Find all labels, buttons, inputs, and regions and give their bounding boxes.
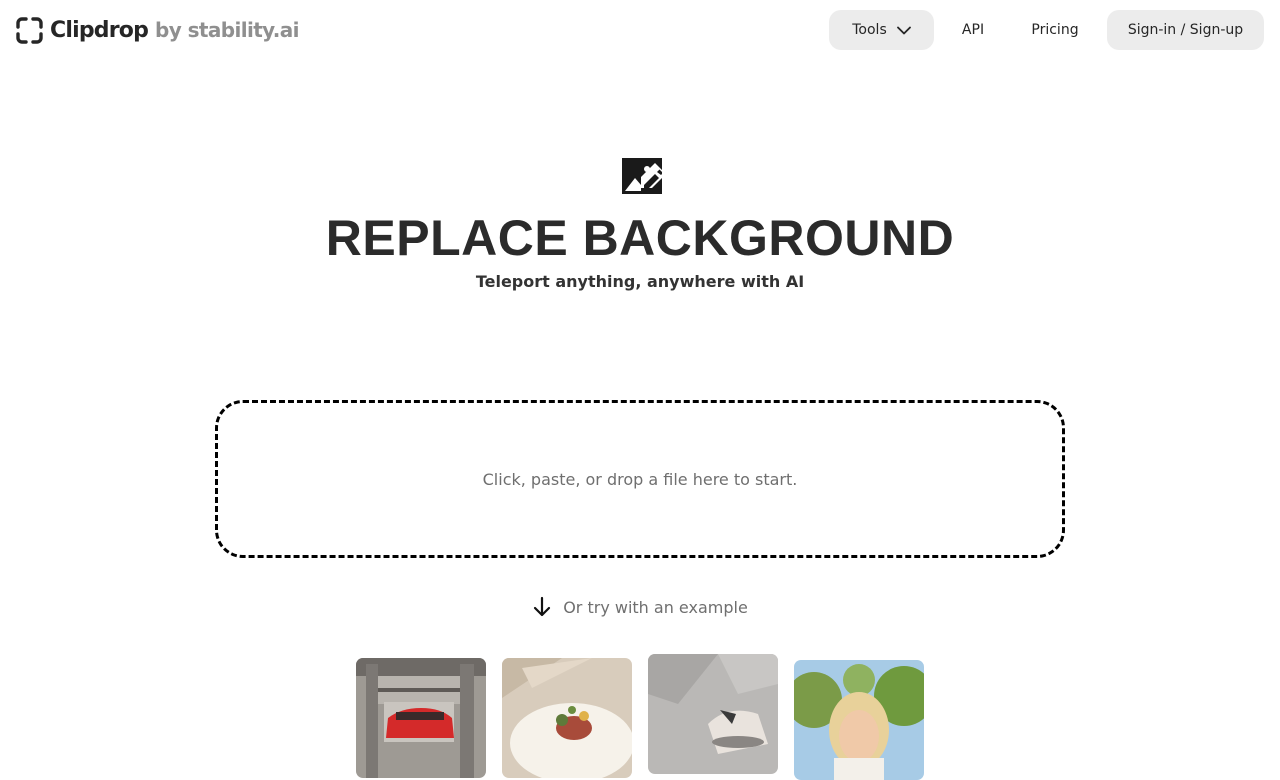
signin-button[interactable]: Sign-in / Sign-up xyxy=(1107,10,1264,50)
arrow-down-icon xyxy=(534,596,551,617)
woman-portrait-image xyxy=(794,660,924,780)
red-car-image xyxy=(356,658,486,778)
pricing-link[interactable]: Pricing xyxy=(1020,10,1090,50)
examples-hint: Or try with an example xyxy=(0,594,1280,620)
image-edit-icon xyxy=(622,158,662,194)
page-subtitle: Teleport anything, anywhere with AI xyxy=(475,272,805,291)
example-thumbnail-car[interactable] xyxy=(356,658,486,778)
clipdrop-logo[interactable]: Clipdrop by stability.ai xyxy=(16,16,300,44)
top-navigation: Clipdrop by stability.ai Tools API Prici… xyxy=(0,0,1280,60)
api-link[interactable]: API xyxy=(950,10,996,50)
tools-menu-button[interactable]: Tools xyxy=(829,10,934,50)
tools-label: Tools xyxy=(852,22,887,38)
shoe-image xyxy=(648,654,778,774)
page-title: REPLACE BACKGROUND xyxy=(325,210,955,266)
food-plate-image xyxy=(502,658,632,778)
clipdrop-logo-icon xyxy=(16,16,43,44)
example-thumbnail-food[interactable] xyxy=(502,658,632,778)
chevron-down-icon xyxy=(896,26,911,34)
file-drop-zone[interactable]: Click, paste, or drop a file here to sta… xyxy=(215,400,1065,558)
drop-zone-text: Click, paste, or drop a file here to sta… xyxy=(482,469,798,489)
example-thumbnail-portrait[interactable] xyxy=(794,660,924,780)
logo-byline: by stability.ai xyxy=(155,18,299,42)
examples-hint-text: Or try with an example xyxy=(563,597,748,617)
logo-name: Clipdrop xyxy=(50,17,149,43)
example-thumbnail-shoe[interactable] xyxy=(648,654,778,774)
